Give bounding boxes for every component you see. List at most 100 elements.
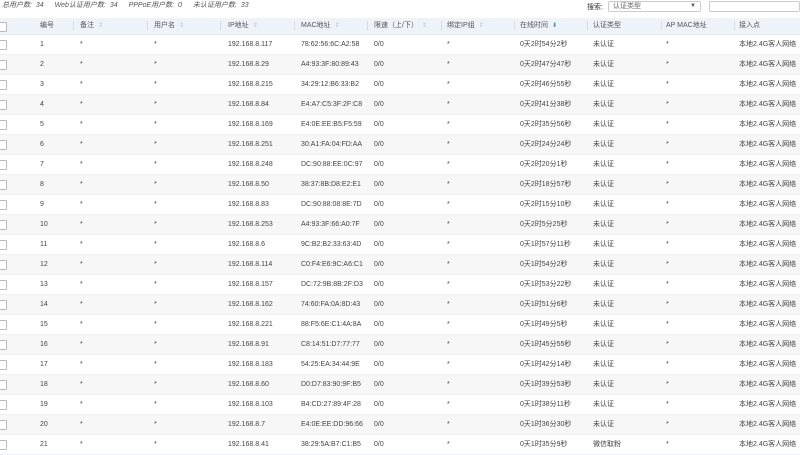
table-row[interactable]: 3 * * 192.168.8.215 34:29:12:B6:33:B2 0/0 * 0天2… xyxy=(0,75,800,95)
cell-mac: D0:D7:83:90:9F:B5 xyxy=(301,381,361,388)
cell-bind-ip-group: * xyxy=(447,301,450,308)
table-row[interactable]: 8 * * 192.168.8.50 38:37:8B:D8:E2:E1 0/0 * 0天2时… xyxy=(0,175,800,195)
header-no: 编号 xyxy=(40,22,54,29)
cell-note: * xyxy=(80,301,83,308)
sort-updown-icon: ⇕ xyxy=(252,23,258,29)
row-checkbox[interactable] xyxy=(0,100,7,110)
row-checkbox[interactable] xyxy=(0,220,7,230)
cell-note: * xyxy=(80,121,83,128)
row-checkbox[interactable] xyxy=(0,420,7,430)
table-row[interactable]: 2 * * 192.168.8.29 A4:93:3F:80:89:43 0/0 * 0天2时… xyxy=(0,55,800,75)
header-divider xyxy=(367,21,368,31)
cell-mac: C8:14:51:D7:77:77 xyxy=(301,341,360,348)
cell-online-time: 0天1时45分55秒 xyxy=(520,341,572,348)
row-checkbox[interactable] xyxy=(0,240,7,250)
header-online-time[interactable]: 在线时间 ⬇ xyxy=(520,18,557,34)
row-checkbox[interactable] xyxy=(0,160,7,170)
row-checkbox[interactable] xyxy=(0,200,7,210)
row-checkbox[interactable] xyxy=(0,140,7,150)
select-all-checkbox[interactable] xyxy=(0,22,7,32)
table-row[interactable]: 11 * * 192.168.8.6 9C:B2:B2:33:63:4D 0/0 * 0天1时… xyxy=(0,235,800,255)
cell-speed: 0/0 xyxy=(374,321,384,328)
table-row[interactable]: 17 * * 192.168.8.183 54:25:EA:34:44:9E 0/0 * 0天… xyxy=(0,355,800,375)
auth-type-select[interactable]: 认证类型 ▼ xyxy=(608,1,701,12)
cell-ip: 192.168.8.215 xyxy=(228,81,273,88)
header-username[interactable]: 用户名 ⇕ xyxy=(154,18,184,34)
cell-access-point: 本地2.4G客人网络 xyxy=(739,361,797,368)
table-row[interactable]: 7 * * 192.168.8.248 DC:90:88:EE:0C:97 0/0 * 0天2… xyxy=(0,155,800,175)
row-checkbox[interactable] xyxy=(0,80,7,90)
cell-mac: E4:0E:EE:DD:96:66 xyxy=(301,421,363,428)
cell-mac: 88:F5:6E:C1:4A:8A xyxy=(301,321,362,328)
cell-speed: 0/0 xyxy=(374,221,384,228)
cell-speed: 0/0 xyxy=(374,181,384,188)
cell-ip: 192.168.8.29 xyxy=(228,61,269,68)
row-checkbox[interactable] xyxy=(0,300,7,310)
cell-auth-type: 微信取粉 xyxy=(593,441,621,448)
table-row[interactable]: 20 * * 192.168.8.7 E4:0E:EE:DD:96:66 0/0 * 0天1时… xyxy=(0,415,800,435)
table-row[interactable]: 9 * * 192.168.8.83 DC:90:88:08:8E:7D 0/0 * 0天2时… xyxy=(0,195,800,215)
cell-online-time: 0天1时51分6秒 xyxy=(520,301,568,308)
row-checkbox[interactable] xyxy=(0,400,7,410)
cell-auth-type: 未认证 xyxy=(593,201,614,208)
search-input[interactable] xyxy=(709,1,800,12)
table-row[interactable]: 14 * * 192.168.8.162 74:60:FA:0A:8D:43 0/0 * 0天… xyxy=(0,295,800,315)
row-checkbox[interactable] xyxy=(0,360,7,370)
cell-username: * xyxy=(154,241,157,248)
row-checkbox[interactable] xyxy=(0,60,7,70)
header-bind-ip-group[interactable]: 绑定IP组 ⇕ xyxy=(447,18,484,34)
cell-username: * xyxy=(154,141,157,148)
cell-no: 7 xyxy=(40,161,44,168)
cell-ip: 192.168.8.117 xyxy=(228,41,273,48)
row-checkbox[interactable] xyxy=(0,440,7,450)
table-row[interactable]: 12 * * 192.168.8.114 C0:F4:E6:9C:A6:C1 0/0 * 0天… xyxy=(0,255,800,275)
cell-username: * xyxy=(154,281,157,288)
header-ip[interactable]: IP地址 ⇕ xyxy=(228,18,258,34)
cell-online-time: 0天1时57分11秒 xyxy=(520,241,571,248)
row-checkbox[interactable] xyxy=(0,180,7,190)
table-row[interactable]: 4 * * 192.168.8.84 E4:A7:C5:3F:2F:C8 0/0 * 0天2时… xyxy=(0,95,800,115)
cell-mac: DC:90:88:EE:0C:97 xyxy=(301,161,363,168)
table-row[interactable]: 1 * * 192.168.8.117 78:62:56:6C:A2:58 0/0 * 0天2… xyxy=(0,35,800,55)
row-checkbox[interactable] xyxy=(0,260,7,270)
table-row[interactable]: 19 * * 192.168.8.103 B4:CD:27:89:4F:28 0/0 * 0天… xyxy=(0,395,800,415)
cell-username: * xyxy=(154,81,157,88)
cell-bind-ip-group: * xyxy=(447,141,450,148)
cell-username: * xyxy=(154,421,157,428)
cell-ap-mac: * xyxy=(666,101,669,108)
table-row[interactable]: 10 * * 192.168.8.253 A4:93:3F:66:A0:7F 0/0 * 0天… xyxy=(0,215,800,235)
table-row[interactable]: 16 * * 192.168.8.91 C8:14:51:D7:77:77 0/0 * 0天1… xyxy=(0,335,800,355)
cell-bind-ip-group: * xyxy=(447,201,450,208)
cell-mac: DC:90:88:08:8E:7D xyxy=(301,201,362,208)
cell-speed: 0/0 xyxy=(374,381,384,388)
cell-ip: 192.168.8.183 xyxy=(228,361,273,368)
header-divider xyxy=(73,21,74,31)
row-checkbox[interactable] xyxy=(0,340,7,350)
cell-access-point: 本地2.4G客人网络 xyxy=(739,441,797,448)
cell-no: 17 xyxy=(40,361,48,368)
row-checkbox[interactable] xyxy=(0,280,7,290)
table-row[interactable]: 6 * * 192.168.8.251 30:A1:FA:04:FD:AA 0/0 * 0天2… xyxy=(0,135,800,155)
row-checkbox[interactable] xyxy=(0,40,7,50)
header-speed[interactable]: 限速（上/下） ⇕ xyxy=(374,18,427,34)
table-row[interactable]: 15 * * 192.168.8.221 88:F5:6E:C1:4A:8A 0/0 * 0天… xyxy=(0,315,800,335)
header-note[interactable]: 备注 ⇕ xyxy=(80,18,103,34)
table-row[interactable]: 13 * * 192.168.8.157 DC:72:9B:8B:2F:D3 0/0 * 0天… xyxy=(0,275,800,295)
table-row[interactable]: 18 * * 192.168.8.60 D0:D7:83:90:9F:B5 0/0 * 0天1… xyxy=(0,375,800,395)
cell-online-time: 0天2时18分57秒 xyxy=(520,181,572,188)
cell-username: * xyxy=(154,441,157,448)
cell-no: 18 xyxy=(40,381,48,388)
cell-online-time: 0天1时49分5秒 xyxy=(520,321,568,328)
cell-auth-type: 未认证 xyxy=(593,61,614,68)
cell-ap-mac: * xyxy=(666,181,669,188)
cell-note: * xyxy=(80,281,83,288)
row-checkbox[interactable] xyxy=(0,120,7,130)
row-checkbox[interactable] xyxy=(0,380,7,390)
table-row[interactable]: 5 * * 192.168.8.169 E4:0E:EE:B5:F5:59 0/0 * 0天2… xyxy=(0,115,800,135)
header-mac[interactable]: MAC地址 ⇕ xyxy=(301,18,340,34)
web-users-value: 34 xyxy=(109,2,118,9)
row-checkbox[interactable] xyxy=(0,320,7,330)
cell-bind-ip-group: * xyxy=(447,81,450,88)
cell-speed: 0/0 xyxy=(374,341,384,348)
table-row[interactable]: 21 * * 192.168.8.41 38:29:5A:B7:C1:B5 0/0 * 0天1… xyxy=(0,435,800,455)
